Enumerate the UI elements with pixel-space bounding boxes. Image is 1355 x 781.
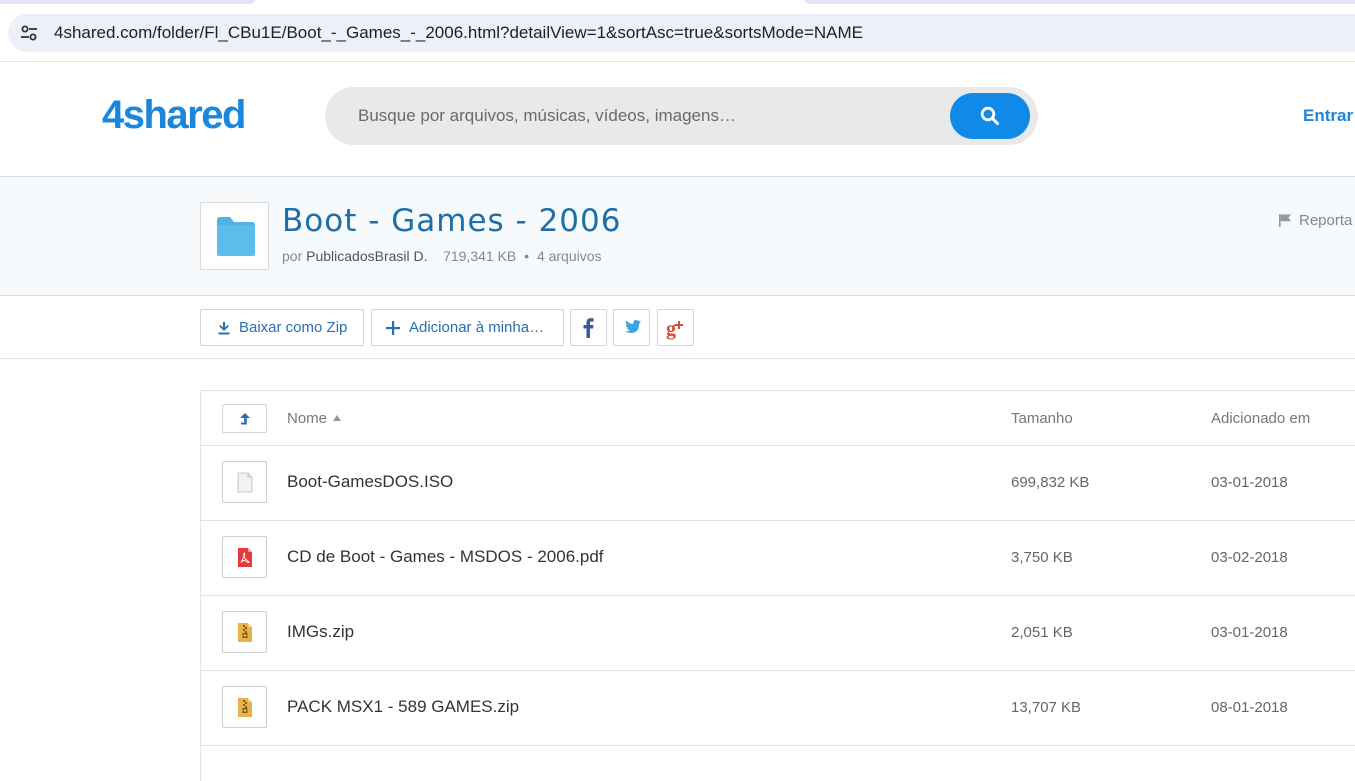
file-thumbnail[interactable] [222, 536, 267, 578]
file-size: 13,707 KB [1011, 699, 1082, 716]
facebook-icon [583, 318, 594, 338]
plus-icon [386, 321, 400, 335]
share-facebook-button[interactable] [570, 309, 607, 346]
table-row[interactable]: Boot-GamesDOS.ISO 699,832 KB 03-01-2018 [201, 446, 1355, 521]
column-name-label: Nome [287, 410, 328, 427]
level-up-icon [240, 413, 250, 425]
file-name[interactable]: IMGs.zip [287, 622, 354, 642]
site-logo[interactable]: 4shared [102, 93, 246, 138]
file-table: Nome Tamanho Adicionado em Boot-GamesDOS… [200, 390, 1355, 781]
folder-size: 719,341 KB [443, 248, 517, 264]
svg-text:g: g [666, 318, 676, 340]
tab-edge-right [805, 0, 1355, 4]
tab-edge-left [0, 0, 255, 4]
search-input[interactable] [358, 101, 948, 131]
add-to-account-label: Adicionar à minha… [409, 319, 545, 336]
by-label: por [282, 248, 303, 264]
download-zip-button[interactable]: Baixar como Zip [200, 309, 364, 346]
table-row[interactable]: IMGs.zip 2,051 KB 03-01-2018 [201, 596, 1355, 671]
folder-thumbnail [200, 202, 269, 270]
table-row[interactable]: PACK MSX1 - 589 GAMES.zip 13,707 KB 08-0… [201, 671, 1355, 746]
table-row[interactable]: CD de Boot - Games - MSDOS - 2006.pdf 3,… [201, 521, 1355, 596]
column-header-name[interactable]: Nome [287, 410, 342, 427]
search-box [325, 87, 1038, 145]
browser-toolbar: 4shared.com/folder/Fl_CBu1E/Boot_-_Games… [0, 0, 1355, 62]
folder-file-count: 4 arquivos [536, 248, 602, 264]
file-thumbnail[interactable] [222, 461, 267, 503]
report-link[interactable]: Reporta [1278, 212, 1352, 229]
tab-strip-edge [0, 0, 1355, 4]
generic-file-icon [237, 472, 253, 493]
file-size: 2,051 KB [1011, 624, 1073, 641]
folder-actions: Baixar como Zip Adicionar à minha… g [0, 296, 1355, 359]
site-header: 4shared Entrar [0, 62, 1355, 177]
download-zip-label: Baixar como Zip [239, 319, 348, 336]
folder-title: Boot - Games - 2006 [282, 203, 622, 239]
zip-file-icon [238, 698, 252, 717]
sort-ascending-icon [333, 415, 342, 421]
file-size: 3,750 KB [1011, 549, 1073, 566]
file-name[interactable]: Boot-GamesDOS.ISO [287, 472, 453, 492]
search-button[interactable] [950, 93, 1030, 139]
add-to-account-button[interactable]: Adicionar à minha… [371, 309, 564, 346]
site-info-icon[interactable] [20, 25, 38, 41]
file-size: 699,832 KB [1011, 474, 1090, 491]
download-icon [218, 322, 230, 335]
folder-info: Boot - Games - 2006 por PublicadosBrasil… [0, 177, 1355, 296]
file-name[interactable]: CD de Boot - Games - MSDOS - 2006.pdf [287, 547, 604, 567]
url-text[interactable]: 4shared.com/folder/Fl_CBu1E/Boot_-_Games… [54, 23, 863, 43]
meta-separator: • [524, 248, 530, 264]
pdf-file-icon [238, 548, 252, 567]
folder-icon [217, 217, 255, 256]
file-date: 03-02-2018 [1211, 549, 1288, 566]
flag-icon [1279, 214, 1291, 227]
google-plus-icon: g [666, 318, 683, 340]
file-date: 08-01-2018 [1211, 699, 1288, 716]
share-google-plus-button[interactable]: g [657, 309, 694, 346]
column-header-size[interactable]: Tamanho [1011, 410, 1073, 427]
address-bar[interactable]: 4shared.com/folder/Fl_CBu1E/Boot_-_Games… [8, 14, 1355, 52]
file-date: 03-01-2018 [1211, 474, 1288, 491]
login-link[interactable]: Entrar [1303, 106, 1353, 126]
folder-owner[interactable]: PublicadosBrasil D. [306, 248, 427, 264]
file-thumbnail[interactable] [222, 611, 267, 653]
table-header: Nome Tamanho Adicionado em [201, 391, 1355, 446]
report-label: Reporta [1299, 212, 1353, 229]
share-twitter-button[interactable] [613, 309, 650, 346]
folder-meta: por PublicadosBrasil D. 719,341 KB • 4 a… [282, 248, 602, 264]
column-header-date[interactable]: Adicionado em [1211, 410, 1310, 427]
search-icon [980, 106, 999, 125]
file-thumbnail[interactable] [222, 686, 267, 728]
file-name[interactable]: PACK MSX1 - 589 GAMES.zip [287, 697, 519, 717]
zip-file-icon [238, 623, 252, 642]
parent-folder-button[interactable] [222, 404, 267, 433]
twitter-icon [625, 320, 641, 333]
file-date: 03-01-2018 [1211, 624, 1288, 641]
